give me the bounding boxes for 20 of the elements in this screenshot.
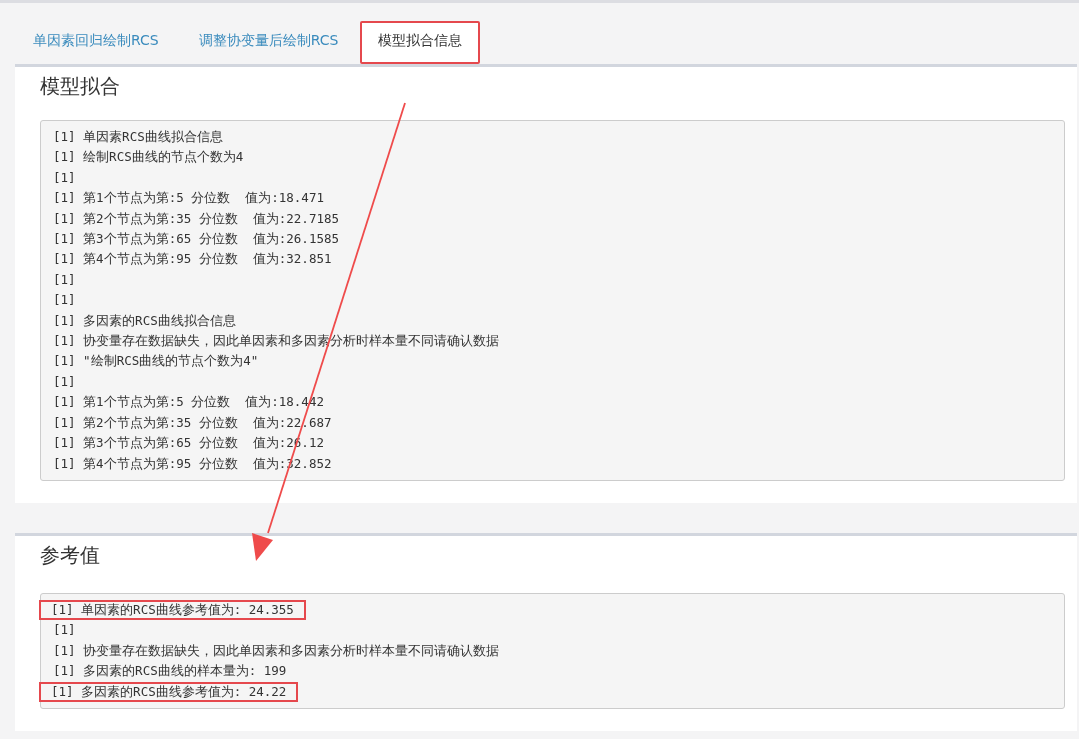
output-line: [1] <box>52 291 77 310</box>
output-line: [1] <box>52 168 77 187</box>
output-line: [1] 多因素的RCS曲线的样本量为: 199 <box>52 662 288 681</box>
output-line: [1] 第3个节点为第:65 分位数 值为:26.1585 <box>52 230 340 249</box>
output-line: [1] <box>52 621 77 640</box>
output-line: [1] 第2个节点为第:35 分位数 值为:22.7185 <box>52 209 340 228</box>
output-line: [1] "绘制RCS曲线的节点个数为4" <box>52 352 260 371</box>
output-line: [1] <box>52 270 77 289</box>
output-line: [1] 协变量存在数据缺失，因此单因素和多因素分析时样本量不同请确认数据 <box>52 641 501 660</box>
output-line: [1] 单因素RCS曲线拟合信息 <box>52 128 224 146</box>
output-line: [1] 第4个节点为第:95 分位数 值为:32.851 <box>52 250 333 269</box>
output-line: [1] 绘制RCS曲线的节点个数为4 <box>52 148 245 167</box>
panel-title: 模型拟合 <box>40 73 121 100</box>
tab[interactable]: 调整协变量后绘制RCS <box>180 21 357 64</box>
output-line: [1] 第1个节点为第:5 分位数 值为:18.471 <box>52 189 325 208</box>
tab[interactable]: 模型拟合信息 <box>360 21 481 64</box>
output-line: [1] 多因素的RCS曲线拟合信息 <box>52 311 237 330</box>
output-line: [1] <box>52 372 77 391</box>
tab[interactable]: 单因素回归绘制RCS <box>15 21 177 64</box>
panel-title: 参考值 <box>40 541 101 569</box>
